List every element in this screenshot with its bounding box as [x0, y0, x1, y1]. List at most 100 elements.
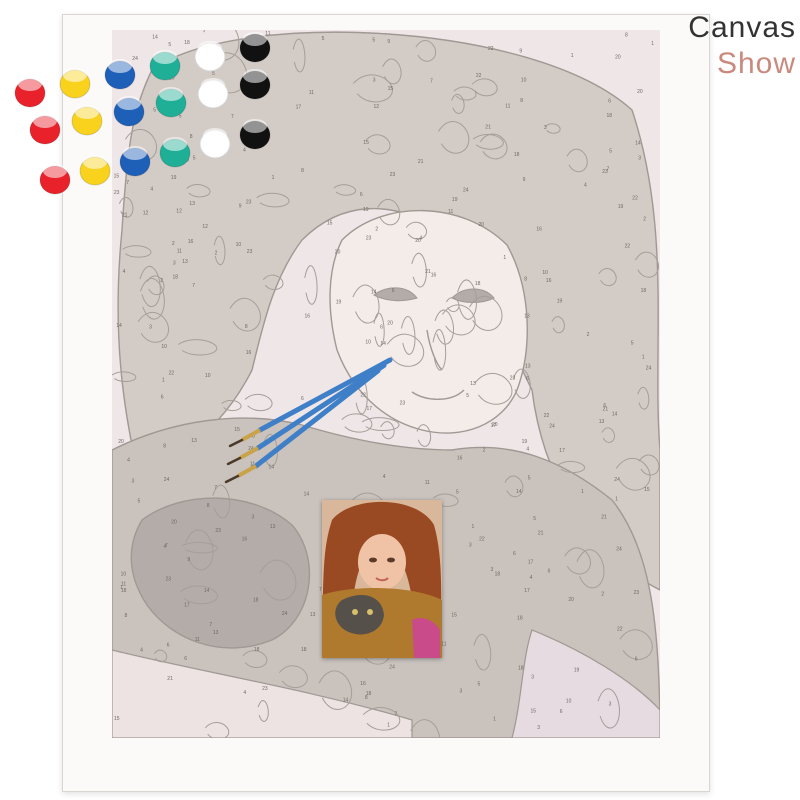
svg-text:23: 23	[634, 590, 640, 596]
svg-text:4: 4	[127, 457, 130, 463]
svg-text:2: 2	[643, 216, 646, 222]
svg-text:15: 15	[327, 221, 333, 227]
svg-text:24: 24	[616, 546, 622, 552]
svg-text:7: 7	[192, 283, 195, 289]
svg-text:12: 12	[374, 104, 380, 110]
svg-text:21: 21	[425, 269, 431, 275]
paint-pot	[113, 96, 145, 127]
svg-text:14: 14	[371, 290, 377, 296]
svg-text:24: 24	[389, 664, 395, 670]
svg-text:15: 15	[388, 86, 394, 92]
svg-text:18: 18	[514, 152, 520, 158]
svg-text:16: 16	[546, 278, 552, 284]
svg-text:3: 3	[373, 78, 376, 84]
svg-text:16: 16	[242, 537, 248, 543]
paint-pot	[199, 128, 231, 159]
svg-text:3: 3	[638, 155, 641, 161]
svg-text:19: 19	[336, 299, 342, 305]
svg-text:22: 22	[479, 537, 485, 543]
svg-text:4: 4	[530, 575, 533, 581]
svg-text:4: 4	[140, 648, 143, 654]
svg-text:3: 3	[609, 701, 612, 707]
svg-text:7: 7	[430, 79, 433, 85]
svg-text:14: 14	[116, 323, 122, 329]
svg-text:8: 8	[301, 168, 304, 174]
svg-text:5: 5	[456, 489, 459, 495]
svg-text:20: 20	[171, 520, 177, 526]
svg-text:3: 3	[173, 261, 176, 267]
svg-text:1: 1	[493, 716, 496, 722]
svg-text:2: 2	[160, 278, 163, 284]
svg-text:2: 2	[375, 227, 378, 233]
svg-text:6: 6	[380, 325, 383, 331]
svg-text:3: 3	[252, 514, 255, 520]
svg-text:14: 14	[380, 341, 386, 347]
svg-text:15: 15	[644, 487, 650, 493]
svg-text:5: 5	[533, 516, 536, 522]
caption-canvas-text: Canvas	[688, 11, 796, 44]
paint-pot	[59, 68, 91, 99]
svg-text:21: 21	[601, 515, 607, 521]
svg-text:8: 8	[365, 695, 368, 701]
svg-text:11: 11	[195, 637, 200, 643]
svg-text:16: 16	[188, 239, 194, 245]
svg-text:5: 5	[478, 682, 481, 688]
svg-text:1: 1	[503, 255, 506, 261]
svg-text:21: 21	[418, 159, 424, 165]
svg-text:14: 14	[612, 412, 618, 418]
svg-text:12: 12	[143, 211, 149, 217]
svg-text:18: 18	[517, 616, 523, 622]
svg-text:18: 18	[518, 665, 524, 671]
svg-text:3: 3	[537, 725, 540, 731]
svg-text:20: 20	[637, 89, 643, 95]
svg-text:13: 13	[270, 524, 276, 530]
svg-text:24: 24	[614, 477, 620, 483]
svg-text:18: 18	[607, 113, 613, 119]
svg-text:23: 23	[166, 576, 172, 582]
svg-text:24: 24	[164, 477, 170, 483]
svg-text:23: 23	[510, 375, 516, 381]
svg-text:21: 21	[167, 676, 173, 682]
svg-text:22: 22	[544, 413, 550, 419]
svg-text:5: 5	[528, 476, 531, 482]
svg-text:22: 22	[476, 73, 482, 79]
svg-text:2: 2	[587, 332, 590, 338]
svg-text:2: 2	[601, 592, 604, 598]
svg-text:16: 16	[431, 273, 437, 279]
svg-text:11: 11	[441, 642, 446, 648]
svg-text:1: 1	[642, 354, 645, 360]
svg-text:7: 7	[395, 712, 398, 718]
caption-show-text: Show	[716, 47, 796, 80]
svg-text:10: 10	[542, 270, 548, 276]
svg-text:24: 24	[646, 366, 652, 372]
svg-text:8: 8	[125, 613, 128, 619]
svg-text:17: 17	[524, 588, 530, 594]
svg-text:8: 8	[520, 98, 523, 104]
svg-text:20: 20	[118, 439, 124, 445]
svg-text:18: 18	[173, 274, 179, 280]
svg-text:18: 18	[475, 281, 481, 287]
svg-text:13: 13	[470, 381, 476, 387]
svg-text:14: 14	[204, 588, 210, 594]
paint-brush	[228, 357, 393, 448]
svg-text:6: 6	[608, 99, 611, 105]
svg-text:19: 19	[452, 197, 458, 203]
svg-text:6: 6	[560, 709, 563, 715]
svg-text:20: 20	[387, 321, 393, 327]
svg-text:7: 7	[165, 543, 168, 549]
svg-text:5: 5	[322, 36, 325, 42]
svg-text:1: 1	[581, 489, 584, 495]
svg-text:22: 22	[625, 244, 631, 250]
svg-text:23: 23	[390, 172, 396, 178]
svg-text:5: 5	[138, 498, 141, 504]
svg-text:10: 10	[521, 78, 527, 84]
svg-text:22: 22	[169, 370, 175, 376]
svg-text:6: 6	[167, 643, 170, 649]
paint-pot	[239, 32, 271, 63]
svg-text:11: 11	[425, 480, 430, 486]
svg-text:5: 5	[372, 38, 375, 44]
svg-text:11: 11	[177, 248, 182, 254]
svg-text:20: 20	[335, 250, 341, 256]
svg-text:9: 9	[519, 48, 522, 54]
svg-text:21: 21	[603, 407, 609, 413]
